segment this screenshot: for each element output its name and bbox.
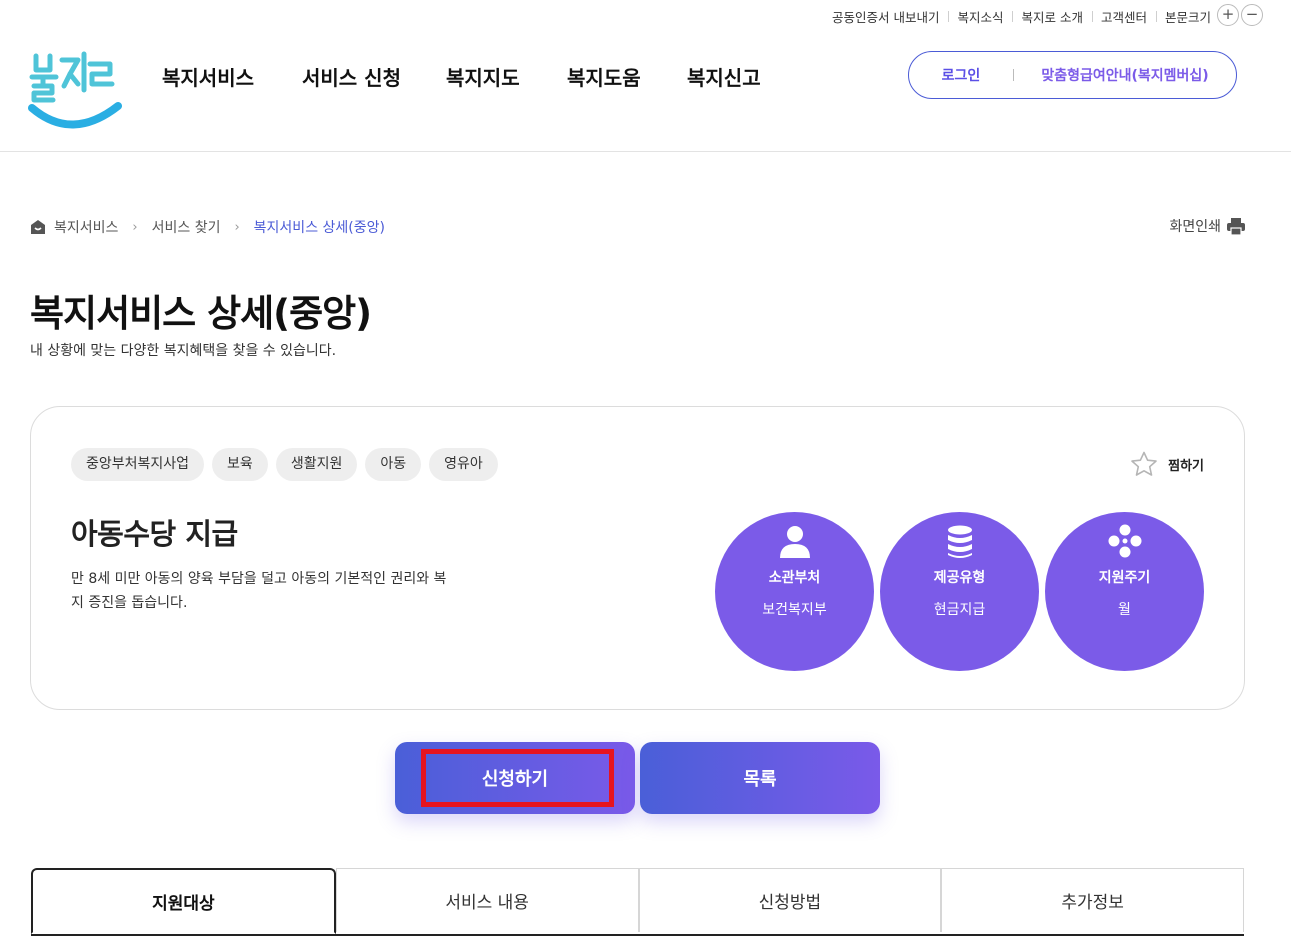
login-button[interactable]: 로그인 — [909, 65, 1013, 85]
header-divider — [0, 151, 1291, 152]
chevron-right-icon: › — [132, 219, 138, 235]
list-button[interactable]: 목록 — [640, 742, 880, 814]
main-navigation: 복지서비스 서비스 신청 복지지도 복지도움 복지신고 — [162, 62, 787, 91]
service-title: 아동수당 지급 — [71, 517, 238, 551]
service-card: 중앙부처복지사업 보육 생활지원 아동 영유아 찜하기 아동수당 지급 만 8세… — [30, 406, 1245, 710]
util-link-cert-export[interactable]: 공동인증서 내보내기 — [823, 7, 948, 26]
tag[interactable]: 아동 — [365, 448, 422, 481]
cycle-icon — [1108, 524, 1141, 558]
tag[interactable]: 보육 — [212, 448, 268, 481]
printer-icon — [1227, 217, 1245, 235]
star-icon — [1131, 451, 1157, 476]
nav-welfare-service[interactable]: 복지서비스 — [162, 62, 302, 91]
nav-service-apply[interactable]: 서비스 신청 — [302, 62, 446, 91]
info-value: 보건복지부 — [762, 602, 827, 618]
info-label: 소관부처 — [768, 570, 821, 586]
font-increase-button[interactable]: + — [1217, 4, 1239, 26]
util-link-customer-center[interactable]: 고객센터 — [1091, 7, 1156, 26]
detail-tabs: 지원대상 서비스 내용 신청방법 추가정보 — [31, 868, 1244, 936]
nav-welfare-report[interactable]: 복지신고 — [687, 62, 787, 91]
info-circle-support-cycle: 지원주기 월 — [1045, 512, 1204, 671]
home-icon[interactable] — [30, 219, 46, 235]
apply-button[interactable]: 신청하기 — [395, 742, 635, 814]
tab-apply-method[interactable]: 신청방법 — [638, 868, 942, 932]
font-decrease-button[interactable]: − — [1241, 4, 1263, 26]
nav-welfare-map[interactable]: 복지지도 — [446, 62, 567, 91]
site-logo[interactable] — [26, 46, 122, 134]
tag[interactable]: 영유아 — [429, 448, 498, 481]
tab-service-content[interactable]: 서비스 내용 — [335, 868, 639, 932]
tag-list: 중앙부처복지사업 보육 생활지원 아동 영유아 — [71, 448, 498, 481]
logo-icon — [28, 51, 122, 129]
tag[interactable]: 생활지원 — [275, 448, 358, 481]
font-size-label: 본문크기 — [1155, 7, 1211, 26]
favorite-button[interactable]: 찜하기 — [1130, 451, 1204, 477]
chevron-right-icon: › — [234, 219, 240, 235]
info-circle-provision-type: 제공유형 현금지급 — [880, 512, 1039, 671]
info-label: 지원주기 — [1098, 570, 1151, 586]
tab-eligibility[interactable]: 지원대상 — [31, 868, 336, 934]
info-circle-department: 소관부처 보건복지부 — [715, 512, 874, 671]
person-icon — [779, 526, 810, 558]
util-link-about[interactable]: 복지로 소개 — [1012, 7, 1091, 26]
util-link-news[interactable]: 복지소식 — [948, 7, 1012, 26]
print-button[interactable]: 화면인쇄 — [1169, 216, 1245, 236]
utility-bar: 공동인증서 내보내기 복지소식 복지로 소개 고객센터 본문크기 — [823, 4, 1211, 28]
page-description: 내 상황에 맞는 다양한 복지혜택을 찾을 수 있습니다. — [30, 343, 337, 359]
info-value: 월 — [1118, 602, 1131, 618]
breadcrumb-item-welfare-service[interactable]: 복지서비스 — [54, 217, 118, 237]
membership-button[interactable]: 맞춤형급여안내(복지멤버십) — [1014, 65, 1236, 85]
print-label: 화면인쇄 — [1169, 219, 1221, 235]
info-value: 현금지급 — [933, 602, 986, 618]
tab-additional-info[interactable]: 추가정보 — [941, 868, 1244, 932]
service-description: 만 8세 미만 아동의 양육 부담을 덜고 아동의 기본적인 권리와 복지 증진… — [71, 571, 447, 611]
member-box: 로그인 맞춤형급여안내(복지멤버십) — [908, 51, 1237, 99]
info-label: 제공유형 — [933, 570, 986, 586]
favorite-label: 찜하기 — [1168, 458, 1204, 474]
coins-icon — [947, 525, 972, 558]
breadcrumb-item-service-search[interactable]: 서비스 찾기 — [152, 217, 221, 237]
breadcrumb-item-current: 복지서비스 상세(중앙) — [253, 220, 385, 236]
service-info-circles: 소관부처 보건복지부 제공유형 현금지급 지원주기 월 — [715, 512, 1210, 671]
breadcrumb: 복지서비스 › 서비스 찾기 › 복지서비스 상세(중앙) — [30, 217, 385, 237]
tag[interactable]: 중앙부처복지사업 — [71, 448, 205, 481]
page-title: 복지서비스 상세(중앙) — [30, 292, 372, 335]
nav-welfare-help[interactable]: 복지도움 — [567, 62, 687, 91]
